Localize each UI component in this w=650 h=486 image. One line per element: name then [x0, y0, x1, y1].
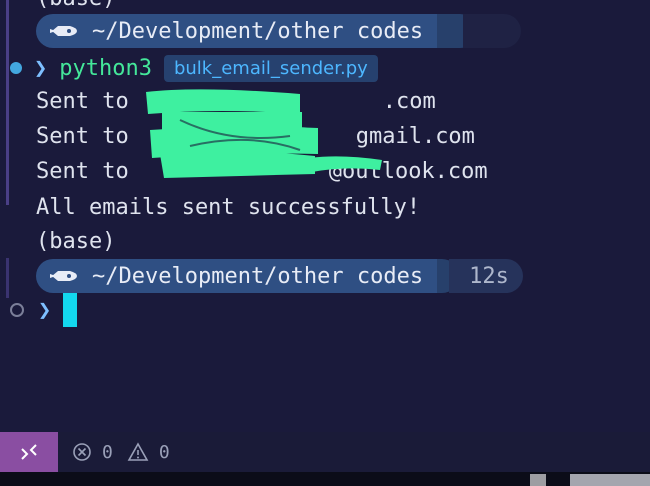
remote-icon: [21, 444, 37, 460]
directory-segment: ~/Development/other codes: [36, 259, 438, 293]
gutter-line: [6, 0, 9, 205]
problems-indicator[interactable]: 0 0: [72, 442, 170, 463]
status-dot-icon: [10, 62, 22, 74]
base-env-label: (base): [36, 229, 116, 254]
taskbar-item: [530, 474, 546, 486]
error-icon: [73, 443, 91, 461]
taskbar-item: [570, 474, 650, 486]
output-prefix: Sent to: [36, 124, 129, 149]
error-count: 0: [102, 441, 113, 463]
command-text: python3: [59, 55, 152, 81]
output-prefix: Sent to: [36, 89, 129, 114]
directory-path: ~/Development/other codes: [92, 18, 424, 44]
output-suffix: .com: [382, 89, 436, 114]
warning-count: 0: [158, 441, 170, 463]
rocket-icon: [50, 26, 77, 36]
rocket-icon: [50, 271, 77, 281]
output-prefix: Sent to: [36, 159, 129, 184]
prompt-chevron-icon: ❯: [34, 55, 48, 81]
prompt-chevron-icon: ❯: [38, 297, 52, 323]
input-line[interactable]: ❯: [10, 292, 78, 328]
terminal-panel[interactable]: (base) ~/Development/other codes ❯ pytho…: [0, 0, 650, 432]
prompt-segment-tail: [463, 14, 522, 48]
prompt-bar: ~/Development/other codes: [36, 14, 522, 48]
warning-icon: [127, 442, 149, 461]
directory-path: ~/Development/other codes: [92, 263, 424, 289]
base-env-label: (base): [36, 0, 115, 12]
prompt-bar: ~/Development/other codes 12s: [36, 259, 523, 293]
success-message: All emails sent successfully!: [36, 195, 421, 220]
duration-segment: 12s: [449, 259, 523, 293]
directory-segment: ~/Development/other codes: [36, 14, 438, 48]
file-link[interactable]: bulk_email_sender.py: [163, 54, 378, 82]
redaction-scribble: [146, 89, 382, 178]
status-bar: 0 0: [0, 432, 650, 472]
command-line: ❯ python3 bulk_email_sender.py: [10, 52, 378, 84]
gutter-line: [6, 258, 9, 298]
status-ring-icon: [10, 303, 24, 317]
taskbar-strip: [0, 472, 650, 486]
text-cursor: [63, 293, 78, 327]
remote-indicator-button[interactable]: [0, 432, 58, 472]
